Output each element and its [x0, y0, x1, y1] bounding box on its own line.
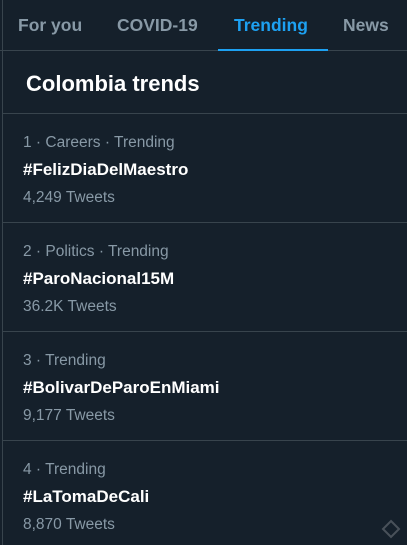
active-tab-indicator [218, 49, 328, 51]
trend-hashtag[interactable]: #LaTomaDeCali [23, 487, 149, 507]
separator-dot: · [31, 461, 46, 478]
trend-category: Careers [45, 134, 101, 151]
trend-item[interactable]: 4 · Trending #LaTomaDeCali 8,870 Tweets [3, 441, 407, 545]
trend-status: Trending [45, 352, 106, 369]
trend-meta: 1 · Careers · Trending [23, 134, 175, 152]
trend-tweet-count: 8,870 Tweets [23, 516, 115, 533]
trend-meta: 4 · Trending [23, 461, 106, 479]
trend-rank: 1 [23, 134, 32, 151]
trend-category: Politics [45, 243, 95, 260]
tab-bar: For you COVID-19 Trending News [0, 0, 407, 51]
trend-hashtag[interactable]: #BolivarDeParoEnMiami [23, 378, 220, 398]
trend-rank: 2 [23, 243, 32, 260]
separator-dot: · [31, 352, 46, 369]
trend-item[interactable]: 1 · Careers · Trending #FelizDiaDelMaestr… [3, 114, 407, 223]
trend-status: Trending [108, 243, 169, 260]
trend-meta: 3 · Trending [23, 352, 106, 370]
trend-item[interactable]: 3 · Trending #BolivarDeParoEnMiami 9,177 T… [3, 332, 407, 441]
tab-covid-19[interactable]: COVID-19 [117, 0, 198, 51]
trend-tweet-count: 9,177 Tweets [23, 407, 115, 424]
trend-hashtag[interactable]: #ParoNacional15M [23, 269, 174, 289]
tab-for-you[interactable]: For you [18, 0, 82, 51]
trend-hashtag[interactable]: #FelizDiaDelMaestro [23, 160, 188, 180]
separator-dot: · [31, 243, 46, 260]
trend-tweet-count: 36.2K Tweets [23, 298, 117, 315]
tab-trending[interactable]: Trending [234, 0, 308, 51]
tab-news[interactable]: News [343, 0, 389, 51]
trend-status: Trending [45, 461, 106, 478]
trend-list: 1 · Careers · Trending #FelizDiaDelMaestr… [0, 114, 407, 545]
trend-status: Trending [114, 134, 175, 151]
separator-dot: · [100, 134, 115, 151]
trend-rank: 3 [23, 352, 32, 369]
trend-meta: 2 · Politics · Trending [23, 243, 169, 261]
trend-rank: 4 [23, 461, 32, 478]
trends-panel: For you COVID-19 Trending News Colombia … [0, 0, 407, 545]
watermark [381, 519, 401, 539]
watermark-logo-icon [381, 519, 401, 539]
separator-dot: · [31, 134, 46, 151]
section-title: Colombia trends [3, 51, 407, 114]
trend-item[interactable]: 2 · Politics · Trending #ParoNacional15M 3… [3, 223, 407, 332]
separator-dot: · [94, 243, 109, 260]
trend-tweet-count: 4,249 Tweets [23, 189, 115, 206]
